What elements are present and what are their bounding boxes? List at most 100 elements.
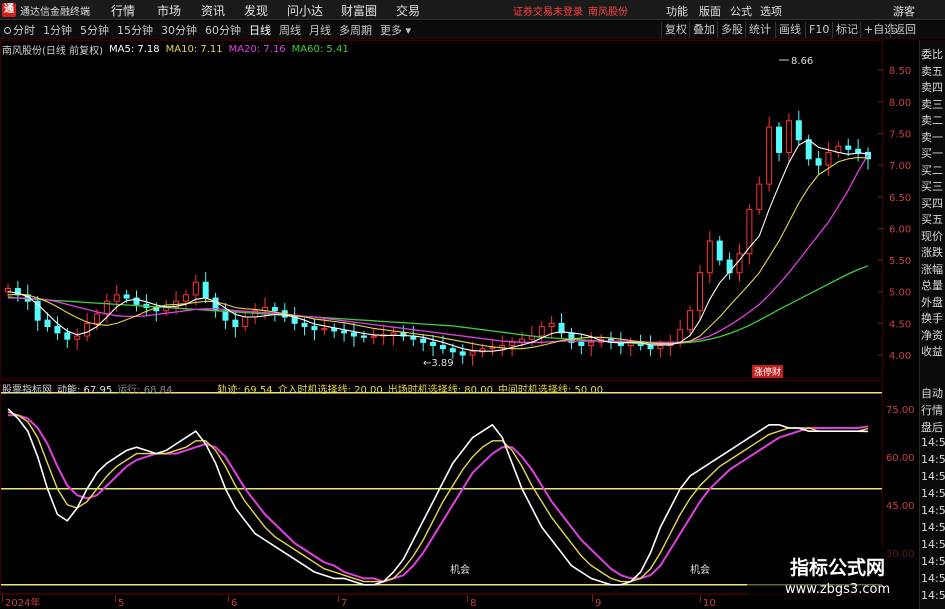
menu-item-options[interactable]: 选项 <box>760 3 782 19</box>
candle-body <box>321 327 328 331</box>
guest-account[interactable]: 游客 <box>893 3 915 19</box>
candle-body <box>449 348 456 353</box>
candle-body <box>716 240 723 261</box>
price-tick-label: 6.00 <box>889 224 911 235</box>
candle-body <box>825 151 832 166</box>
period-tab[interactable]: 15分钟 <box>113 22 157 38</box>
menu-item-formula[interactable]: 公式 <box>730 3 752 19</box>
candle-body <box>54 326 61 334</box>
period-tab[interactable]: 周线 <box>275 22 305 38</box>
sidebar-tick-time: 14:56 <box>921 521 945 534</box>
sidebar-mode-label[interactable]: 行情 <box>921 402 945 418</box>
period-tab[interactable]: 60分钟 <box>201 22 245 38</box>
ma20-value: MA20: 7.16 <box>228 44 286 55</box>
sidebar-quote-label: 收益 <box>921 345 943 358</box>
kline-chart[interactable]: 8.50 8.00 7.50 7.00 6.50 6.00 5.50 5.00 4.50 4.00… <box>0 40 919 609</box>
period-toolbar: 分时 1分钟 5分钟 15分钟 30分钟 60分钟 日线 周线 月线 多周期 更多 ▾ 复权 叠加 … <box>0 21 945 39</box>
sidebar-tick-time: 14:56 <box>921 470 945 483</box>
menu-item-news[interactable]: 资讯 <box>201 2 225 19</box>
candle-body <box>855 148 862 153</box>
candle-body <box>795 120 802 141</box>
ma10-value: MA10: 7.11 <box>165 44 223 55</box>
stock-title[interactable]: 南风股份(日线 前复权) <box>2 42 103 57</box>
indicator-entry-line: 介入时机选择线: 20.00 <box>277 385 383 396</box>
price-tick-label: 7.50 <box>889 129 911 140</box>
period-tab[interactable]: 月线 <box>305 22 335 38</box>
period-tab-label: 15分钟 <box>117 24 153 37</box>
sidebar-quote-label: 买二 <box>921 163 943 177</box>
candle-body <box>222 310 229 321</box>
period-tab[interactable]: 30分钟 <box>157 22 201 38</box>
period-tab-label: 周线 <box>279 24 301 37</box>
menu-item-discover[interactable]: 发现 <box>244 2 268 19</box>
x-axis-label: 10 <box>703 598 716 609</box>
candle-body <box>548 322 555 328</box>
period-tab[interactable]: 分时 <box>0 22 39 38</box>
menu-item-wealth[interactable]: 财富圈 <box>341 2 377 19</box>
tool-multi-stock-button[interactable]: 多股 <box>717 22 746 38</box>
candle-body <box>756 183 763 210</box>
tool-back-button[interactable]: 返回 <box>890 22 919 38</box>
period-tab-label: 更多 ▾ <box>380 24 412 37</box>
period-tab-label: 分时 <box>13 24 35 37</box>
sidebar-tick-time: 14:56 <box>921 538 945 551</box>
sidebar-tick-time: 14:56 <box>921 436 945 449</box>
indicator-exit-line: 出场时机选择线: 80.00 <box>387 385 493 396</box>
candle-body <box>687 310 694 331</box>
menu-item-quotes[interactable]: 行情 <box>111 2 135 19</box>
price-tick-label: 7.00 <box>889 161 911 172</box>
x-axis-label: 5 <box>118 598 124 609</box>
tool-overlay-button[interactable]: 叠加 <box>689 22 718 38</box>
candle-body <box>182 294 189 302</box>
watermark-title: 指标公式网 <box>790 557 886 579</box>
candle-body <box>439 345 446 350</box>
menu-item-layout[interactable]: 版面 <box>699 3 721 19</box>
candle-body <box>805 139 812 160</box>
candle-body <box>815 158 822 166</box>
menu-item-market[interactable]: 市场 <box>157 2 181 19</box>
sidebar-mode-label[interactable]: 盘后 <box>921 419 945 435</box>
period-tab-label: 日线 <box>249 24 271 37</box>
candle-body <box>64 332 71 340</box>
sidebar-mode-label[interactable]: 自动 <box>921 385 945 401</box>
sidebar-quote-label: 卖四 <box>921 81 943 94</box>
period-tab[interactable]: 多周期 <box>335 22 376 38</box>
period-tab[interactable]: 日线 <box>245 22 275 38</box>
indicator-track-line <box>8 414 869 583</box>
candle-body <box>311 326 318 331</box>
candle-body <box>736 253 743 274</box>
limit-up-badge[interactable]: 涨停财 <box>752 365 784 378</box>
candle-body <box>301 322 308 328</box>
sidebar-quote-label: 卖三 <box>921 97 943 111</box>
ma60-value: MA60: 5.41 <box>291 44 349 55</box>
sidebar-quote-label: 卖五 <box>921 64 943 78</box>
menu-item-ask[interactable]: 问小达 <box>287 2 323 19</box>
sidebar-quote-label: 买五 <box>921 213 943 226</box>
price-tick-label: 8.50 <box>889 66 911 77</box>
low-price-label: ←3.89 <box>423 358 454 369</box>
sidebar-quote-label: 委比 <box>921 48 943 61</box>
period-tab[interactable]: 1分钟 <box>39 22 76 38</box>
indicator-lines <box>7 408 869 586</box>
sidebar-quote-label: 总量 <box>921 279 943 292</box>
tool-mark-button[interactable]: 标记 <box>832 22 861 38</box>
candle-body <box>271 307 278 312</box>
indicator-run-line <box>7 411 869 583</box>
watermark-url: www.zbgs3.com <box>785 582 891 597</box>
candle-body <box>489 346 496 350</box>
candle-body <box>766 126 773 185</box>
axis-ticks: 8.50 8.00 7.50 7.00 6.50 6.00 5.50 5.00 4.50 4.00… <box>878 66 915 560</box>
tool-stats-button[interactable]: 统计 <box>745 22 774 38</box>
tool-adjust-button[interactable]: 复权 <box>661 22 690 38</box>
tool-f10-button[interactable]: F10 <box>805 22 832 38</box>
tool-draw-button[interactable]: 画线 <box>775 22 804 38</box>
period-tab[interactable]: 5分钟 <box>76 22 113 38</box>
candle-body <box>370 335 377 338</box>
period-tab[interactable]: 更多 ▾ <box>376 22 415 38</box>
candle-body <box>242 316 249 328</box>
menu-item-function[interactable]: 功能 <box>666 3 688 19</box>
menu-item-trade[interactable]: 交易 <box>396 2 420 19</box>
candle-body <box>578 341 585 347</box>
indicator-name[interactable]: 股票指标网 <box>2 381 52 396</box>
login-status[interactable]: 证券交易未登录 <box>513 3 583 18</box>
